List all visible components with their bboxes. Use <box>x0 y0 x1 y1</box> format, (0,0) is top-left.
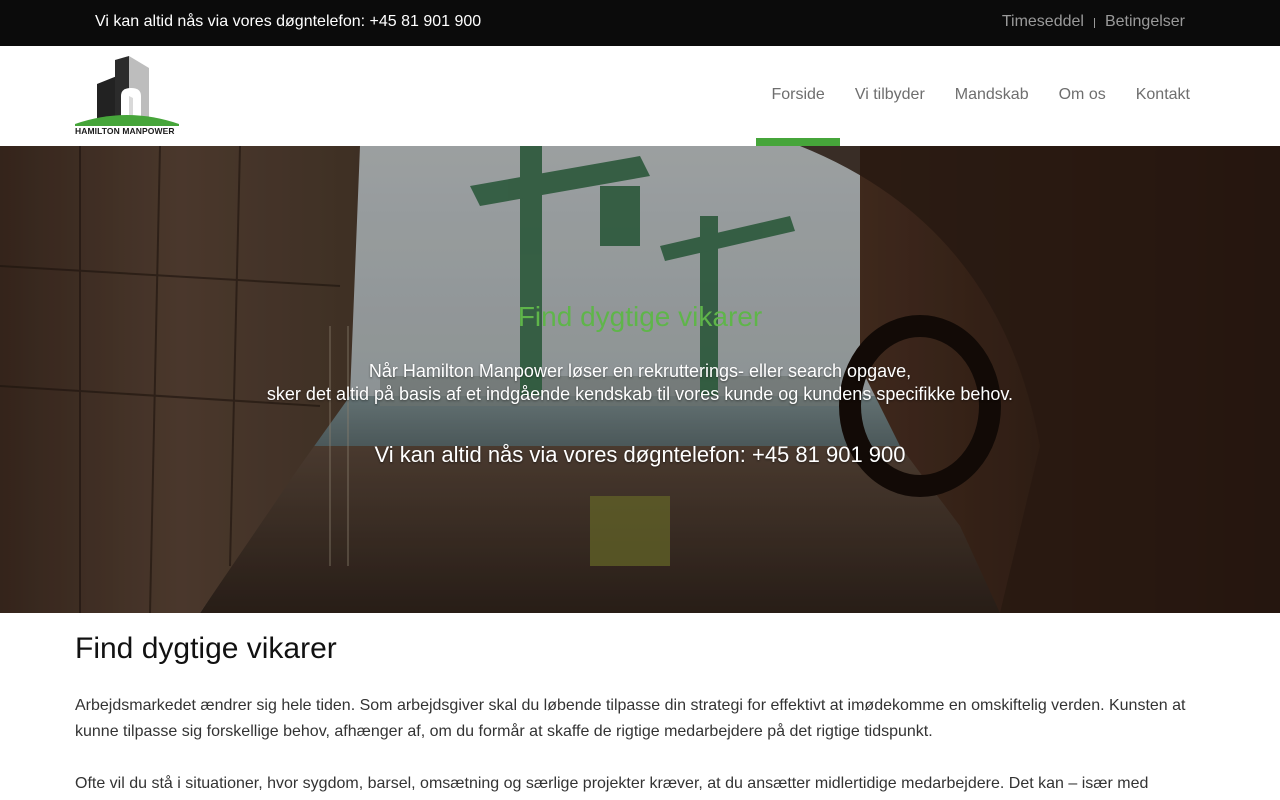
intro-paragraph: Arbejdsmarkedet ændrer sig hele tiden. S… <box>75 697 1186 740</box>
top-info-bar: Vi kan altid nås via vores døgntelefon: … <box>0 0 1280 46</box>
hero-title: Find dygtige vikarer <box>517 301 763 332</box>
hero-banner: Find dygtige vikarer Når Hamilton Manpow… <box>0 146 1280 613</box>
page-heading: Find dygtige vikarer <box>75 632 337 665</box>
hero-subtitle-line-2: sker det altid på basis af et indgående … <box>266 384 1014 404</box>
hotline-text: Vi kan altid nås via vores døgntelefon: … <box>95 13 482 30</box>
logo-mark-icon <box>75 56 179 126</box>
hamilton-manpower-logo[interactable]: HAMILTON MANPOWER <box>75 56 179 138</box>
nav-item-om-os[interactable]: Om os <box>1044 46 1121 146</box>
hero-subtitle: Når Hamilton Manpower løser en rekrutter… <box>0 360 1280 406</box>
site-header: HAMILTON MANPOWER Forside Vi tilbyder Ma… <box>0 46 1280 146</box>
logo-text: HAMILTON MANPOWER <box>75 126 175 136</box>
main-navigation: Forside Vi tilbyder Mandskab Om os Konta… <box>756 46 1205 146</box>
betingelser-link[interactable]: Betingelser <box>1105 13 1185 31</box>
hero-subtitle-line-1: Når Hamilton Manpower løser en rekrutter… <box>368 361 912 381</box>
nav-item-vi-tilbyder[interactable]: Vi tilbyder <box>840 46 940 146</box>
nav-item-forside[interactable]: Forside <box>756 46 841 146</box>
link-separator <box>1093 18 1095 28</box>
timeseddel-link[interactable]: Timeseddel <box>1002 13 1084 31</box>
nav-item-kontakt[interactable]: Kontakt <box>1121 46 1205 146</box>
main-content: Find dygtige vikarer Arbejdsmarkedet ænd… <box>75 632 1205 797</box>
top-links: Timeseddel Betingelser <box>1002 13 1185 31</box>
nav-item-mandskab[interactable]: Mandskab <box>940 46 1044 146</box>
hero-phone-text: Vi kan altid nås via vores døgntelefon: … <box>374 442 906 467</box>
second-paragraph: Ofte vil du stå i situationer, hvor sygd… <box>75 775 1149 792</box>
